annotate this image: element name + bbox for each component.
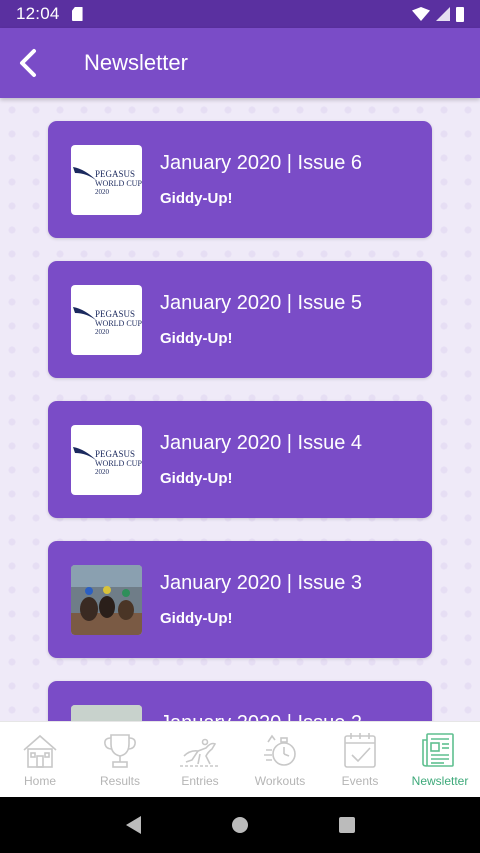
newsletter-title: January 2020 | Issue 3 [160, 572, 362, 594]
bottom-nav: Home Results Entries Workouts Events New… [0, 721, 480, 797]
newsletter-card[interactable]: PEGASUS WORLD CUP 2020 January 2020 | Is… [48, 121, 432, 238]
newsletter-title: January 2020 | Issue 4 [160, 432, 362, 454]
horse-race-photo [71, 705, 142, 721]
calendar-icon [344, 733, 376, 768]
stopwatch-icon [264, 734, 296, 766]
nav-item-newsletter[interactable]: Newsletter [400, 722, 480, 797]
newsletter-list[interactable]: PEGASUS WORLD CUP 2020 January 2020 | Is… [0, 98, 480, 721]
trophy-icon [104, 734, 136, 768]
horse-race-photo [71, 565, 142, 635]
nav-item-entries[interactable]: Entries [160, 722, 240, 797]
newsletter-title: January 2020 | Issue 2 [160, 712, 362, 721]
pegasus-logo: PEGASUS WORLD CUP 2020 [73, 167, 142, 196]
page-title: Newsletter [84, 50, 188, 75]
signal-icon [436, 7, 450, 21]
app-bar: Newsletter [0, 28, 480, 98]
newsletter-thumbnail [71, 705, 142, 721]
newsletter-subtitle: Giddy-Up! [160, 470, 233, 487]
back-button[interactable] [0, 28, 56, 98]
house-icon [23, 734, 57, 768]
status-bar: 12:04 [0, 0, 480, 28]
nav-item-results[interactable]: Results [80, 722, 160, 797]
svg-text:2020: 2020 [95, 188, 110, 196]
wifi-icon [412, 7, 430, 21]
svg-text:WORLD CUP: WORLD CUP [95, 179, 142, 188]
status-time: 12:04 [16, 4, 60, 23]
newsletter-thumbnail: PEGASUS WORLD CUP 2020 [71, 285, 142, 355]
newsletter-card[interactable]: January 2020 | Issue 3 Giddy-Up! [48, 541, 432, 658]
newsletter-subtitle: Giddy-Up! [160, 190, 233, 207]
nav-label-events: Events [341, 774, 379, 788]
svg-text:PEGASUS: PEGASUS [95, 169, 135, 179]
pegasus-logo: PEGASUS WORLD CUP 2020 [73, 307, 142, 336]
svg-text:PEGASUS: PEGASUS [95, 309, 135, 319]
nav-label-entries: Entries [181, 774, 219, 788]
nav-label-home: Home [23, 774, 56, 788]
newsletter-title: January 2020 | Issue 6 [160, 152, 362, 174]
svg-text:PEGASUS: PEGASUS [95, 449, 135, 459]
battery-icon [456, 6, 464, 22]
newsletter-card[interactable]: PEGASUS WORLD CUP 2020 January 2020 | Is… [48, 261, 432, 378]
sd-card-icon [71, 7, 83, 21]
newsletter-subtitle: Giddy-Up! [160, 610, 233, 627]
svg-text:2020: 2020 [95, 328, 110, 336]
svg-text:2020: 2020 [95, 468, 110, 476]
newsletter-thumbnail: PEGASUS WORLD CUP 2020 [71, 145, 142, 215]
svg-text:WORLD CUP: WORLD CUP [95, 459, 142, 468]
status-icons [412, 6, 464, 22]
newsletter-card[interactable]: January 2020 | Issue 2 [48, 681, 432, 721]
system-nav-bar [0, 797, 480, 853]
nav-item-events[interactable]: Events [320, 722, 400, 797]
back-arrow-icon [20, 49, 36, 77]
newsletter-card[interactable]: PEGASUS WORLD CUP 2020 January 2020 | Is… [48, 401, 432, 518]
newsletter-thumbnail: PEGASUS WORLD CUP 2020 [71, 425, 142, 495]
nav-label-workouts: Workouts [254, 774, 306, 788]
system-back-icon[interactable] [125, 816, 141, 834]
system-recents-icon[interactable] [338, 817, 355, 833]
svg-text:WORLD CUP: WORLD CUP [95, 319, 142, 328]
system-home-icon[interactable] [231, 817, 248, 833]
newsletter-subtitle: Giddy-Up! [160, 330, 233, 347]
nav-item-home[interactable]: Home [0, 722, 80, 797]
nav-item-workouts[interactable]: Workouts [240, 722, 320, 797]
pegasus-logo: PEGASUS WORLD CUP 2020 [73, 447, 142, 476]
horse-icon [180, 738, 220, 767]
nav-label-results: Results [99, 774, 140, 788]
newspaper-icon [422, 733, 454, 767]
newsletter-thumbnail [71, 565, 142, 635]
nav-label-newsletter: Newsletter [411, 774, 469, 788]
newsletter-title: January 2020 | Issue 5 [160, 292, 362, 314]
